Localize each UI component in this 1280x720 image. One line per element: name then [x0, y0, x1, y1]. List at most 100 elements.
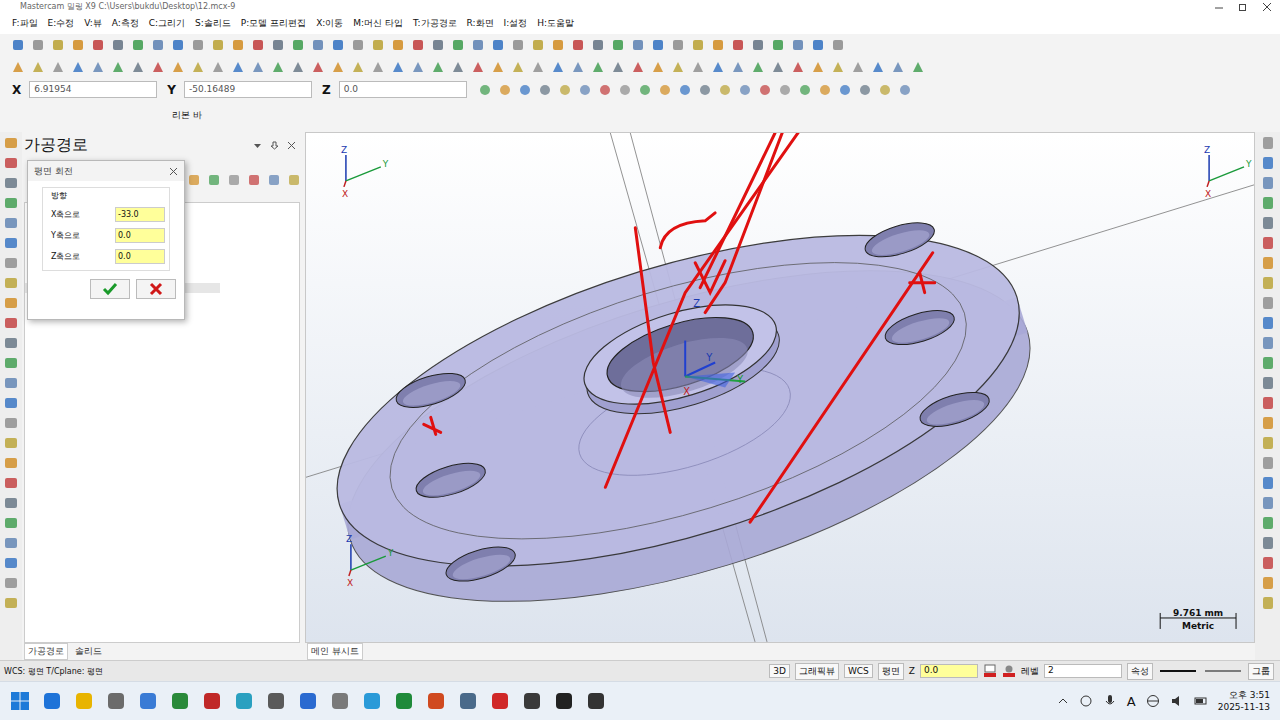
chevron-icon[interactable] [1057, 695, 1069, 707]
toolbar-button[interactable] [190, 59, 206, 75]
menu-item[interactable]: X:이동 [316, 17, 343, 30]
toolbar-button[interactable] [650, 59, 666, 75]
menu-item[interactable]: C:그리기 [149, 17, 185, 30]
app-icon[interactable] [426, 691, 446, 711]
toolbar-button[interactable] [837, 82, 853, 98]
toolbar-button[interactable] [810, 37, 826, 53]
minimize-icon[interactable] [1214, 2, 1224, 12]
toolbar-button[interactable] [477, 82, 493, 98]
toolbar-button[interactable] [70, 37, 86, 53]
status-button[interactable]: 3D [769, 664, 790, 678]
tool-icon[interactable] [1261, 316, 1275, 330]
app-icon[interactable] [490, 691, 510, 711]
toolbar-button[interactable] [670, 59, 686, 75]
toolbar-button[interactable] [130, 37, 146, 53]
toolbar-button[interactable] [817, 82, 833, 98]
tool-icon[interactable] [1261, 556, 1275, 570]
toolbar-button[interactable] [270, 37, 286, 53]
toolbar-button[interactable] [610, 59, 626, 75]
toolbar-button[interactable] [830, 37, 846, 53]
toolbar-button[interactable] [30, 37, 46, 53]
toolbar-button[interactable] [750, 37, 766, 53]
tool-icon[interactable] [4, 416, 18, 430]
dropdown-icon[interactable] [253, 141, 262, 150]
menu-item[interactable]: F:파일 [12, 17, 38, 30]
tool-icon[interactable] [1261, 576, 1275, 590]
menu-item[interactable]: V:뷰 [84, 17, 101, 30]
toolbar-button[interactable] [310, 37, 326, 53]
toolbar-button[interactable] [910, 59, 926, 75]
toolbar-button[interactable] [790, 37, 806, 53]
tool-icon[interactable] [4, 596, 18, 610]
toolbar-button[interactable] [630, 59, 646, 75]
toolbar-button[interactable] [877, 82, 893, 98]
toolbar-button[interactable] [777, 82, 793, 98]
coordinate-input[interactable]: -50.16489 [184, 81, 312, 98]
menu-item[interactable]: T:가공경로 [413, 17, 457, 30]
toolbar-button[interactable] [497, 82, 513, 98]
app-icon[interactable] [458, 691, 478, 711]
toolbar-button[interactable] [450, 59, 466, 75]
toolbar-button[interactable] [590, 37, 606, 53]
tool-icon[interactable] [247, 173, 261, 187]
toolbar-button[interactable] [370, 59, 386, 75]
toolbar-button[interactable] [810, 59, 826, 75]
tool-icon[interactable] [4, 356, 18, 370]
toolbar-button[interactable] [790, 59, 806, 75]
status-button[interactable]: WCS [844, 664, 873, 678]
app-icon[interactable] [554, 691, 574, 711]
tool-icon[interactable] [207, 173, 221, 187]
panel-tab[interactable]: 가공경로 [24, 643, 68, 660]
app-icon[interactable] [170, 691, 190, 711]
toolbar-button[interactable] [310, 59, 326, 75]
level-field[interactable]: 2 [1044, 664, 1122, 678]
menu-item[interactable]: S:솔리드 [195, 17, 231, 30]
toolbar-button[interactable] [230, 59, 246, 75]
tool-icon[interactable] [4, 516, 18, 530]
toolbar-button[interactable] [750, 59, 766, 75]
toolbar-button[interactable] [570, 37, 586, 53]
toolbar-button[interactable] [150, 59, 166, 75]
toolbar-button[interactable] [250, 37, 266, 53]
menu-item[interactable]: M:머신 타입 [353, 17, 403, 30]
toolbar-button[interactable] [610, 37, 626, 53]
toolbar-button[interactable] [390, 37, 406, 53]
toolbar-button[interactable] [410, 37, 426, 53]
tool-icon[interactable] [287, 173, 301, 187]
app-icon[interactable] [266, 691, 286, 711]
cancel-button[interactable] [136, 279, 176, 299]
microphone-icon[interactable] [1103, 694, 1117, 708]
toolbar-button[interactable] [510, 37, 526, 53]
toolbar-button[interactable] [250, 59, 266, 75]
app-icon[interactable] [234, 691, 254, 711]
toolbar-button[interactable] [690, 37, 706, 53]
toolbar-button[interactable] [550, 37, 566, 53]
app-icon[interactable] [394, 691, 414, 711]
tool-icon[interactable] [4, 176, 18, 190]
toolbar-button[interactable] [30, 59, 46, 75]
tool-icon[interactable] [1261, 396, 1275, 410]
graphics-canvas[interactable]: ZYYXZYXZYXZYX9.761 mmMetric [305, 132, 1255, 643]
menu-item[interactable]: H:도움말 [537, 17, 574, 30]
toolbar-button[interactable] [530, 37, 546, 53]
toolbar-button[interactable] [110, 37, 126, 53]
toolbar-button[interactable] [830, 59, 846, 75]
attributes-button[interactable]: 속성 [1127, 663, 1153, 680]
toolbar-button[interactable] [470, 59, 486, 75]
toolbar-button[interactable] [770, 59, 786, 75]
toolbar-button[interactable] [730, 59, 746, 75]
toolbar-button[interactable] [897, 82, 913, 98]
viewsheet-tab[interactable]: 메인 뷰시트 [307, 643, 363, 660]
toolbar-button[interactable] [650, 37, 666, 53]
toolbar-button[interactable] [430, 37, 446, 53]
line-style-icon[interactable] [1158, 664, 1198, 678]
toolbar-button[interactable] [770, 37, 786, 53]
toolbar-button[interactable] [190, 37, 206, 53]
close-icon[interactable] [287, 141, 296, 150]
tool-icon[interactable] [4, 136, 18, 150]
tool-icon[interactable] [1261, 356, 1275, 370]
app-icon[interactable] [586, 691, 606, 711]
toolbar-button[interactable] [50, 59, 66, 75]
toolbar-button[interactable] [557, 82, 573, 98]
menu-item[interactable]: P:모델 프리편집 [241, 17, 306, 30]
